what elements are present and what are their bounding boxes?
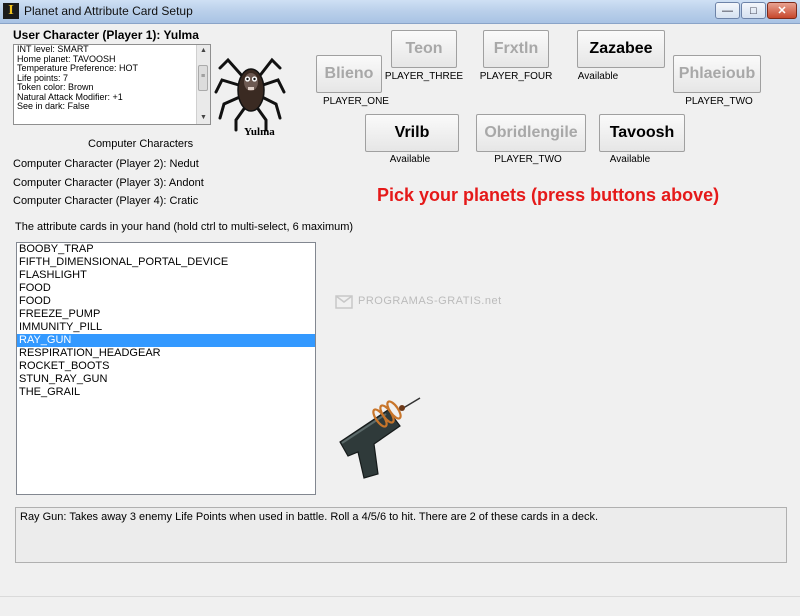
ray-gun-image xyxy=(339,397,421,479)
computer-player-3: Computer Character (Player 3): Andont xyxy=(13,177,204,189)
planet-status-obridlengile: PLAYER_TWO xyxy=(494,154,562,165)
maximize-button[interactable]: □ xyxy=(741,2,766,19)
list-item[interactable]: FIFTH_DIMENSIONAL_PORTAL_DEVICE xyxy=(17,256,315,269)
window-title: Planet and Attribute Card Setup xyxy=(24,4,193,18)
planet-status-zazabee: Available xyxy=(577,71,619,82)
planet-button-frxtln[interactable]: Frxtln xyxy=(483,30,549,68)
list-item[interactable]: FLASHLIGHT xyxy=(17,269,315,282)
planet-button-vrilb[interactable]: Vrilb xyxy=(365,114,459,152)
watermark-text: PROGRAMAS-GRATIS.net xyxy=(358,295,502,307)
instruction-text: Pick your planets (press buttons above) xyxy=(377,185,720,205)
planet-status-phlaeioub: PLAYER_TWO xyxy=(685,96,753,107)
planet-button-phlaeioub[interactable]: Phlaeioub xyxy=(673,55,761,93)
attribute-cards-list[interactable]: BOOBY_TRAP FIFTH_DIMENSIONAL_PORTAL_DEVI… xyxy=(16,242,316,495)
computer-player-2: Computer Character (Player 2): Nedut xyxy=(13,158,199,170)
list-item[interactable]: BOOBY_TRAP xyxy=(17,243,315,256)
app-icon: I xyxy=(3,3,19,19)
computer-characters-heading: Computer Characters xyxy=(88,138,194,150)
planet-status-teon: PLAYER_THREE xyxy=(384,71,464,82)
planet-status-vrilb: Available xyxy=(389,154,431,165)
list-item[interactable]: FOOD xyxy=(17,282,315,295)
user-character-heading: User Character (Player 1): Yulma xyxy=(13,28,199,42)
card-description: Ray Gun: Takes away 3 enemy Life Points … xyxy=(15,507,787,563)
minimize-button[interactable]: — xyxy=(715,2,740,19)
watermark-icon xyxy=(335,295,353,309)
scroll-up-icon[interactable]: ▲ xyxy=(197,45,210,57)
planet-button-zazabee[interactable]: Zazabee xyxy=(577,30,665,68)
divider xyxy=(0,596,800,597)
planet-status-tavoosh: Available xyxy=(609,154,651,165)
avatar-name: Yulma xyxy=(244,126,275,138)
scroll-down-icon[interactable]: ▼ xyxy=(197,112,210,124)
stat-line: See in dark: False xyxy=(17,101,90,111)
cards-label: The attribute cards in your hand (hold c… xyxy=(15,221,354,233)
planet-status-blieno: PLAYER_ONE xyxy=(323,96,389,107)
list-item[interactable]: STUN_RAY_GUN xyxy=(17,373,315,386)
scroll-thumb[interactable]: ≡ xyxy=(198,65,208,91)
list-item[interactable]: ROCKET_BOOTS xyxy=(17,360,315,373)
stats-scrollbar[interactable]: ▲ ≡ ▼ xyxy=(196,45,210,124)
list-item[interactable]: THE_GRAIL xyxy=(17,386,315,399)
close-button[interactable]: ✕ xyxy=(767,2,797,19)
planet-button-blieno[interactable]: Blieno xyxy=(316,55,382,93)
planet-button-obridlengile[interactable]: Obridlengile xyxy=(476,114,586,152)
title-bar: I Planet and Attribute Card Setup — □ ✕ xyxy=(0,0,800,24)
computer-player-4: Computer Character (Player 4): Cratic xyxy=(13,195,199,207)
list-item[interactable]: IMMUNITY_PILL xyxy=(17,321,315,334)
character-avatar xyxy=(214,57,286,132)
list-item-selected[interactable]: RAY_GUN xyxy=(17,334,315,347)
planet-button-tavoosh[interactable]: Tavoosh xyxy=(599,114,685,152)
list-item[interactable]: FOOD xyxy=(17,295,315,308)
character-stats-box[interactable]: INT level: SMART Home planet: TAVOOSH Te… xyxy=(13,44,211,125)
list-item[interactable]: FREEZE_PUMP xyxy=(17,308,315,321)
list-item[interactable]: RESPIRATION_HEADGEAR xyxy=(17,347,315,360)
planet-button-teon[interactable]: Teon xyxy=(391,30,457,68)
